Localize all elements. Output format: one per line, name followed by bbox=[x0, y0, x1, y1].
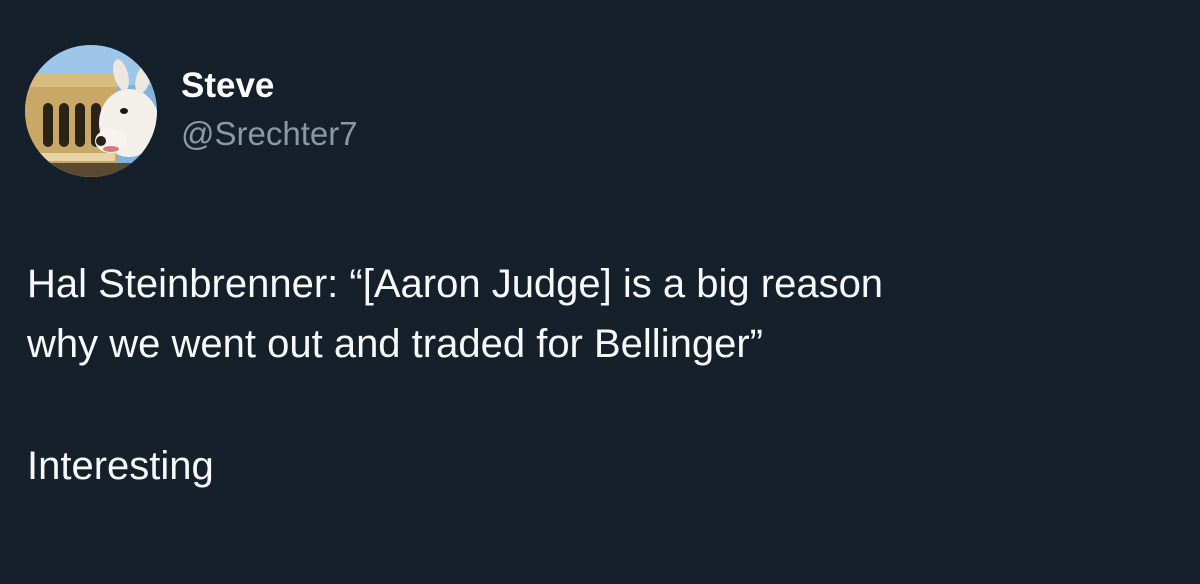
tweet-text-line: Hal Steinbrenner: “[Aaron Judge] is a bi… bbox=[27, 262, 884, 306]
tweet-text-line: why we went out and traded for Bellinger… bbox=[27, 322, 763, 366]
tweet-card: Steve @Srechter7 Hal Steinbrenner: “[Aar… bbox=[0, 0, 1200, 584]
display-name[interactable]: Steve bbox=[181, 64, 358, 108]
tweet-text-line: Interesting bbox=[27, 444, 214, 488]
avatar[interactable] bbox=[25, 45, 157, 177]
username-handle[interactable]: @Srechter7 bbox=[181, 112, 358, 156]
author-block: Steve @Srechter7 bbox=[181, 64, 358, 156]
tweet-text: Hal Steinbrenner: “[Aaron Judge] is a bi… bbox=[27, 254, 1177, 496]
avatar-dog-stadium-icon bbox=[25, 45, 157, 177]
